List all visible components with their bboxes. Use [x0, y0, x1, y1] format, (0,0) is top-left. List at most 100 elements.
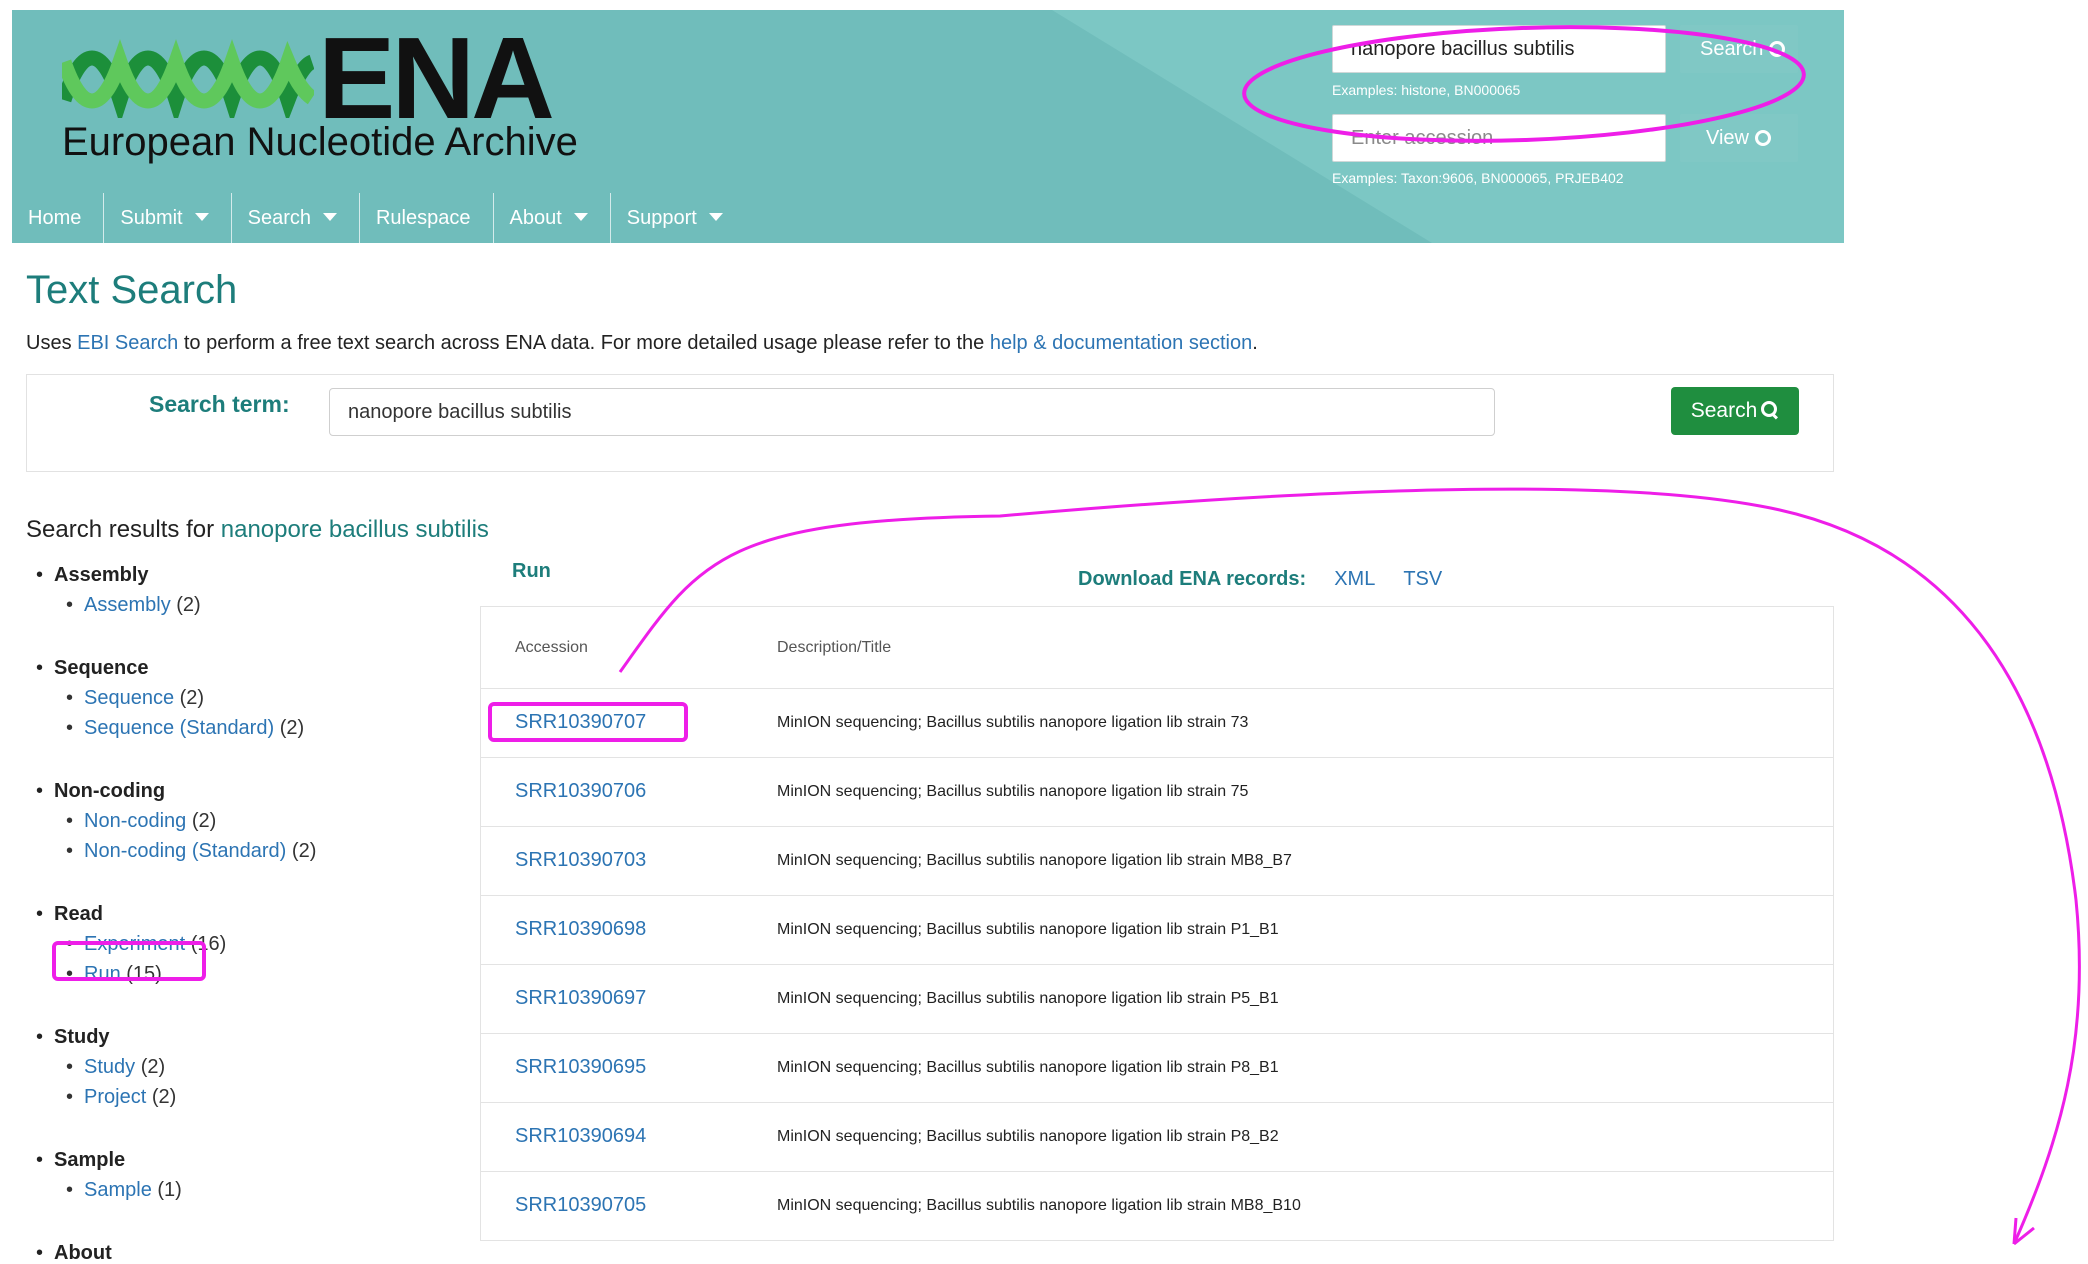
table-row: SRR10390694 MinION sequencing; Bacillus s…	[481, 1103, 1833, 1172]
accession-link[interactable]: SRR10390707	[515, 711, 646, 734]
caret-down-icon	[573, 213, 588, 221]
nav-submit[interactable]: Submit	[104, 193, 232, 243]
description-cell: MinION sequencing; Bacillus subtilis nan…	[777, 783, 1249, 800]
accession-link[interactable]: SRR10390697	[515, 987, 646, 1010]
facet-link[interactable]: Run	[84, 963, 121, 985]
intro-prefix: Uses	[26, 332, 78, 354]
accession-link[interactable]: SRR10390703	[515, 849, 646, 872]
logo-wordmark: ENA	[318, 13, 555, 143]
facet-link[interactable]: Project	[84, 1086, 146, 1108]
facet-group-read: Read Experiment (16) Run (15)	[36, 899, 436, 989]
download-xml-link[interactable]: XML	[1334, 568, 1375, 590]
page-title: Text Search	[26, 268, 238, 312]
facet-title: Read	[36, 899, 436, 929]
search-term-label: Search term:	[149, 391, 290, 417]
results-heading: Search results for nanopore bacillus sub…	[26, 516, 489, 544]
nav-support-label: Support	[626, 207, 697, 229]
facet-link[interactable]: Study	[84, 1056, 135, 1078]
results-term: nanopore bacillus subtilis	[220, 516, 489, 543]
header-search-input[interactable]: nanopore bacillus subtilis	[1332, 25, 1666, 73]
facet-link[interactable]: Sample	[84, 1179, 152, 1201]
download-tsv-link[interactable]: TSV	[1403, 568, 1442, 590]
column-header-description[interactable]: Description/Title	[777, 639, 891, 657]
facet-title: Sample	[36, 1145, 436, 1175]
nav-search-label: Search	[247, 207, 311, 229]
nav-rulespace-label: Rulespace	[375, 207, 471, 229]
facet-item-experiment: Experiment (16)	[36, 929, 436, 959]
nav-rulespace[interactable]: Rulespace	[360, 193, 494, 243]
table-header: Accession Description/Title	[481, 607, 1833, 689]
facet-group-sequence: Sequence Sequence (2) Sequence (Standard…	[36, 653, 436, 743]
caret-down-icon	[194, 213, 209, 221]
header-search-button[interactable]: Search	[1680, 25, 1798, 73]
description-cell: MinION sequencing; Bacillus subtilis nan…	[777, 921, 1279, 938]
facet-link[interactable]: Non-coding (Standard)	[84, 840, 286, 862]
nav-search[interactable]: Search	[232, 193, 360, 243]
accession-link[interactable]: SRR10390694	[515, 1125, 646, 1148]
facet-link[interactable]: Non-coding	[84, 810, 186, 832]
ebi-search-link[interactable]: EBI Search	[77, 332, 178, 354]
download-records: Download ENA records: XML TSV	[1078, 568, 1442, 591]
intro-middle: to perform a free text search across ENA…	[178, 332, 990, 354]
download-label: Download ENA records:	[1078, 568, 1307, 590]
main-nav: Home Submit Search Rulespace About Suppo…	[12, 193, 745, 243]
description-cell: MinION sequencing; Bacillus subtilis nan…	[777, 1197, 1301, 1214]
table-row: SRR10390695 MinION sequencing; Bacillus s…	[481, 1034, 1833, 1103]
ena-logo[interactable]: ENA European Nucleotide Archive	[62, 20, 582, 174]
results-table: Accession Description/Title SRR10390707 M…	[480, 606, 1834, 1241]
results-section-label: Run	[512, 560, 551, 582]
facet-count: (2)	[151, 1086, 177, 1108]
facet-link[interactable]: Sequence (Standard)	[84, 717, 274, 739]
accession-link[interactable]: SRR10390698	[515, 918, 646, 941]
description-cell: MinION sequencing; Bacillus subtilis nan…	[777, 1128, 1279, 1145]
accession-link[interactable]: SRR10390705	[515, 1194, 646, 1217]
header-search-button-label: Search	[1700, 38, 1764, 60]
caret-down-icon	[322, 213, 337, 221]
facet-item-project: Project (2)	[36, 1082, 436, 1112]
facet-count: (2)	[291, 840, 317, 862]
caret-down-icon	[708, 213, 723, 221]
view-circle-icon	[1755, 130, 1771, 146]
facet-title: Assembly	[36, 560, 436, 590]
facet-group-study: Study Study (2) Project (2)	[36, 1022, 436, 1112]
header-search-hint: Examples: histone, BN000065	[1332, 82, 1521, 98]
column-header-accession[interactable]: Accession	[515, 639, 588, 657]
facet-item-sequence-standard: Sequence (Standard) (2)	[36, 713, 436, 743]
facet-title: Sequence	[36, 653, 436, 683]
view-button[interactable]: View	[1680, 114, 1798, 162]
facet-title: Study	[36, 1022, 436, 1052]
nav-submit-label: Submit	[120, 207, 183, 229]
facet-link[interactable]: Sequence	[84, 687, 174, 709]
facet-count: (2)	[179, 687, 205, 709]
nav-home[interactable]: Home	[12, 193, 105, 243]
intro-suffix: .	[1252, 332, 1258, 354]
facet-item-sequence: Sequence (2)	[36, 683, 436, 713]
annotation-arrow-head	[2012, 1217, 2035, 1246]
nav-about[interactable]: About	[494, 193, 611, 243]
facet-count: (15)	[126, 963, 162, 985]
facet-group-non-coding: Non-coding Non-coding (2) Non-coding (St…	[36, 776, 436, 866]
nav-support[interactable]: Support	[611, 193, 745, 243]
facet-group-about: About	[36, 1238, 436, 1264]
accession-input[interactable]: Enter accession	[1332, 114, 1666, 162]
facet-item-non-coding: Non-coding (2)	[36, 806, 436, 836]
search-term-input[interactable]: nanopore bacillus subtilis	[329, 388, 1495, 436]
site-header: ENA European Nucleotide Archive nanopore…	[12, 10, 1844, 243]
facet-link[interactable]: Experiment	[84, 933, 185, 955]
facet-group-sample: Sample Sample (1)	[36, 1145, 436, 1205]
nav-about-label: About	[509, 207, 562, 229]
intro-text: Uses EBI Search to perform a free text s…	[26, 332, 1258, 355]
description-cell: MinION sequencing; Bacillus subtilis nan…	[777, 714, 1249, 731]
help-documentation-link[interactable]: help & documentation section	[990, 332, 1252, 354]
facet-list: Assembly Assembly (2) Sequence Sequence …	[36, 560, 436, 1264]
search-button[interactable]: Search	[1671, 387, 1799, 435]
facet-title: About	[36, 1238, 436, 1264]
search-circle-icon	[1769, 41, 1786, 57]
accession-link[interactable]: SRR10390695	[515, 1056, 646, 1079]
facet-item-run: Run (15)	[36, 959, 436, 989]
search-button-label: Search	[1690, 399, 1758, 422]
description-cell: MinION sequencing; Bacillus subtilis nan…	[777, 1059, 1279, 1076]
facet-link[interactable]: Assembly	[84, 594, 171, 616]
accession-link[interactable]: SRR10390706	[515, 780, 646, 803]
table-row: SRR10390697 MinION sequencing; Bacillus s…	[481, 965, 1833, 1034]
